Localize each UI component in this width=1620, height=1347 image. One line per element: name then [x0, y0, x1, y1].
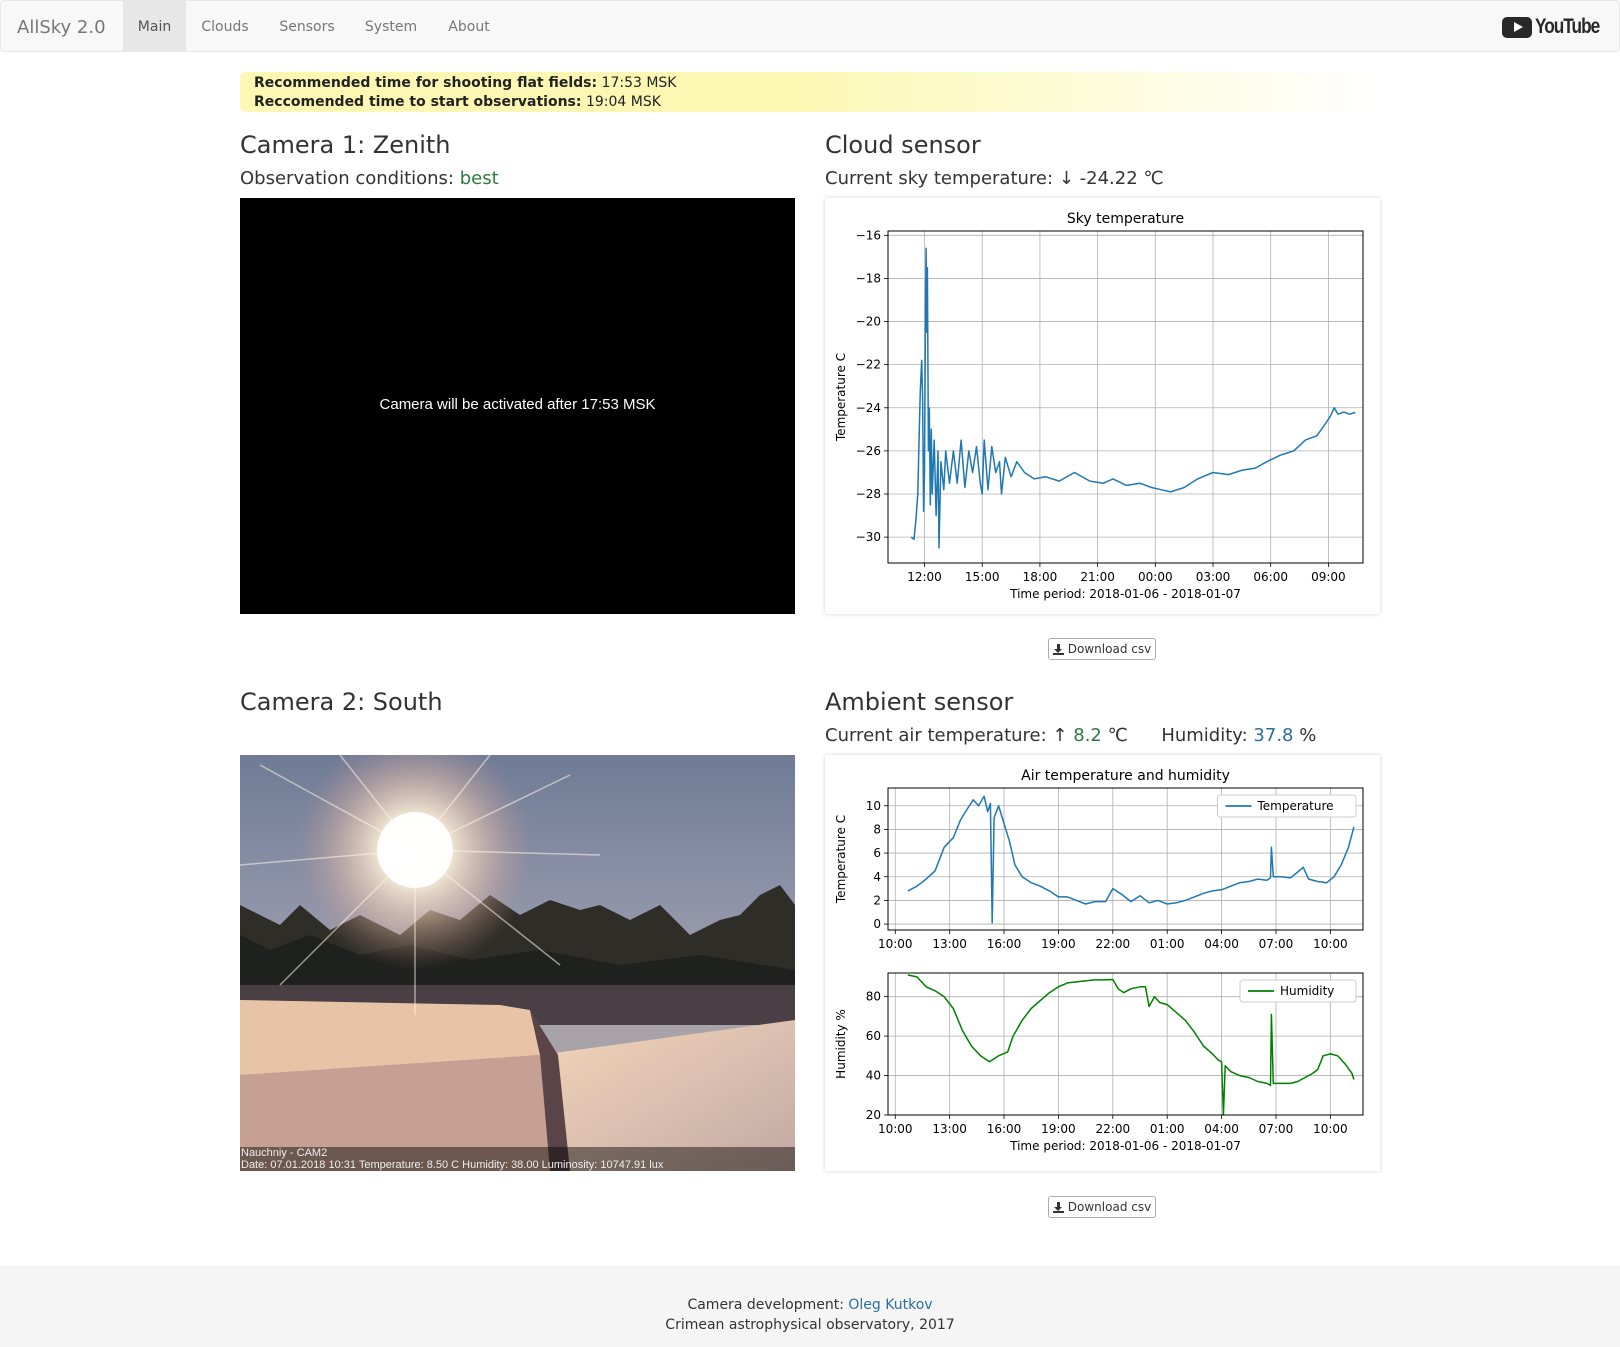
brand[interactable]: AllSky 2.0: [17, 17, 106, 38]
youtube-wordmark: YouTube: [1535, 15, 1600, 38]
humidity-tick-label-y: 20: [866, 1108, 881, 1122]
air-temp-tick-label-x: 01:00: [1150, 937, 1185, 951]
conditions-value: best: [459, 168, 499, 189]
footer: Camera development: Oleg Kutkov Crimean …: [0, 1266, 1620, 1347]
air-temp-tick-label-x: 10:00: [878, 937, 913, 951]
humidity-legend-label: Humidity: [1280, 984, 1334, 998]
air-temp-tick-label-x: 22:00: [1096, 937, 1131, 951]
humidity-tick-label-x: 04:00: [1204, 1122, 1239, 1136]
author-link[interactable]: Oleg Kutkov: [848, 1297, 932, 1313]
air-temp-tick-label-y: 8: [873, 822, 881, 836]
sky-temperature-readout: Current sky temperature: ↓ -24.22 ℃: [825, 168, 1164, 189]
sky-temperature-value: -24.22: [1079, 168, 1138, 189]
sky-tick-label-x: 00:00: [1138, 570, 1173, 584]
download-csv-button-ambient[interactable]: Download csv: [1048, 1196, 1156, 1218]
download-icon: [1052, 643, 1064, 655]
camera2-photo: [240, 755, 795, 1171]
humidity-tick-label-x: 19:00: [1041, 1122, 1076, 1136]
humidity-tick-label-x: 01:00: [1150, 1122, 1185, 1136]
download-csv-button-sky[interactable]: Download csv: [1048, 638, 1156, 660]
youtube-link[interactable]: YouTube: [1502, 15, 1600, 38]
download-icon: [1052, 1201, 1064, 1213]
sky-tick-label-y: −28: [856, 487, 881, 501]
sky-tick-label-y: −18: [856, 271, 881, 285]
cloud-sensor-title: Cloud sensor: [825, 131, 981, 159]
flat-fields-line: Recommended time for shooting flat field…: [254, 75, 677, 91]
observations-line: Reccomended time to start observations: …: [254, 94, 661, 110]
humidity-value: 37.8: [1253, 725, 1294, 746]
air-temp-tick-label-x: 07:00: [1259, 937, 1294, 951]
air-temp-tick-label-x: 04:00: [1204, 937, 1239, 951]
air-temp-tick-label-y: 4: [873, 870, 881, 884]
air-temp-tick-label-x: 19:00: [1041, 937, 1076, 951]
recommendation-alert: Recommended time for shooting flat field…: [240, 72, 1380, 112]
camera2-image: Nauchniy - CAM2 Date: 07.01.2018 10:31 T…: [240, 755, 795, 1171]
nav-main[interactable]: Main: [123, 1, 186, 52]
humidity-tick-label-y: 60: [866, 1029, 881, 1043]
footer-org: Crimean astrophysical observatory, 2017: [665, 1317, 955, 1333]
humidity-x-axis-label: Time period: 2018-01-06 - 2018-01-07: [1009, 1139, 1241, 1153]
humidity-tick-label-x: 22:00: [1096, 1122, 1131, 1136]
camera1-message: Camera will be activated after 17:53 MSK: [379, 396, 656, 413]
sky-tick-label-x: 06:00: [1253, 570, 1288, 584]
sky-temperature-chart: 12:00 15:00 18:00 21:00 00:00 03:00 06:00 09:00…: [834, 211, 1364, 601]
camera2-title: Camera 2: South: [240, 688, 443, 716]
humidity-tick-label-x: 10:00: [878, 1122, 913, 1136]
camera1-title: Camera 1: Zenith: [240, 131, 451, 159]
sky-tick-label-x: 09:00: [1311, 570, 1346, 584]
air-temp-tick-label-y: 6: [873, 846, 881, 860]
air-temp-tick-label-x: 13:00: [932, 937, 967, 951]
air-temp-tick-label-y: 0: [873, 917, 881, 931]
sky-temperature-chart-panel: 12:00 15:00 18:00 21:00 00:00 03:00 06:00 09:00…: [825, 198, 1380, 614]
footer-credit: Camera development: Oleg Kutkov: [687, 1297, 933, 1313]
humidity-tick-label-x: 16:00: [987, 1122, 1022, 1136]
air-temp-tick-label-x: 16:00: [987, 937, 1022, 951]
humidity-tick-label-y: 80: [866, 990, 881, 1004]
humidity-tick-label-x: 10:00: [1313, 1122, 1348, 1136]
ambient-chart: 10:00 13:00 16:00 19:00 22:00 01:00 04:00 07:00…: [834, 768, 1364, 1153]
air-temp-tick-label-y: 2: [873, 893, 881, 907]
sky-axes: 12:00 15:00 18:00 21:00 00:00 03:00 06:00 09:00…: [856, 228, 1363, 584]
sky-y-axis-label: Temperature C: [834, 353, 848, 442]
air-temp-tick-label-y: 10: [866, 799, 881, 813]
sky-tick-label-y: −16: [856, 228, 881, 242]
sky-tick-label-y: −20: [856, 315, 881, 329]
air-temp-y-axis-label: Temperature C: [834, 815, 848, 904]
sky-tick-label-x: 12:00: [907, 570, 942, 584]
camera2-overlay: Nauchniy - CAM2 Date: 07.01.2018 10:31 T…: [240, 1147, 795, 1171]
sky-tick-label-y: −24: [856, 401, 881, 415]
sky-x-axis-label: Time period: 2018-01-06 - 2018-01-07: [1009, 587, 1241, 601]
nav-system[interactable]: System: [353, 1, 429, 52]
ambient-chart-panel: 10:00 13:00 16:00 19:00 22:00 01:00 04:00 07:00…: [825, 755, 1380, 1171]
sky-tick-label-y: −30: [856, 530, 881, 544]
sky-tick-label-x: 03:00: [1196, 570, 1231, 584]
youtube-play-icon: [1502, 16, 1532, 38]
air-temperature-value: 8.2: [1073, 725, 1102, 746]
nav-about[interactable]: About: [437, 1, 501, 52]
sky-tick-label-y: −22: [856, 358, 881, 372]
humidity-y-axis-label: Humidity %: [834, 1009, 848, 1079]
sky-tick-label-y: −26: [856, 444, 881, 458]
sky-tick-label-x: 18:00: [1023, 570, 1058, 584]
nav-clouds[interactable]: Clouds: [191, 1, 259, 52]
humidity-tick-label-x: 13:00: [932, 1122, 967, 1136]
ambient-readout: Current air temperature: ↑ 8.2 ℃ Humidit…: [825, 725, 1317, 746]
air-temp-tick-label-x: 10:00: [1313, 937, 1348, 951]
observation-conditions: Observation conditions: best: [240, 168, 499, 189]
ambient-sensor-title: Ambient sensor: [825, 688, 1014, 716]
air-temp-title: Air temperature and humidity: [1021, 768, 1230, 784]
sky-tick-label-x: 21:00: [1080, 570, 1115, 584]
sky-frame: [887, 230, 1364, 564]
nav-sensors[interactable]: Sensors: [269, 1, 345, 52]
navbar: AllSky 2.0 Main Clouds Sensors System Ab…: [0, 0, 1620, 52]
humidity-tick-label-x: 07:00: [1259, 1122, 1294, 1136]
sky-tick-label-x: 15:00: [965, 570, 1000, 584]
sky-series-line: [910, 247, 1356, 549]
air-temp-legend-label: Temperature: [1257, 799, 1334, 813]
camera1-image: Camera will be activated after 17:53 MSK: [240, 198, 795, 614]
sky-trend-arrow: ↓: [1058, 168, 1074, 189]
air-trend-arrow: ↑: [1052, 725, 1068, 746]
humidity-tick-label-y: 40: [866, 1069, 881, 1083]
sky-title: Sky temperature: [1067, 211, 1184, 227]
